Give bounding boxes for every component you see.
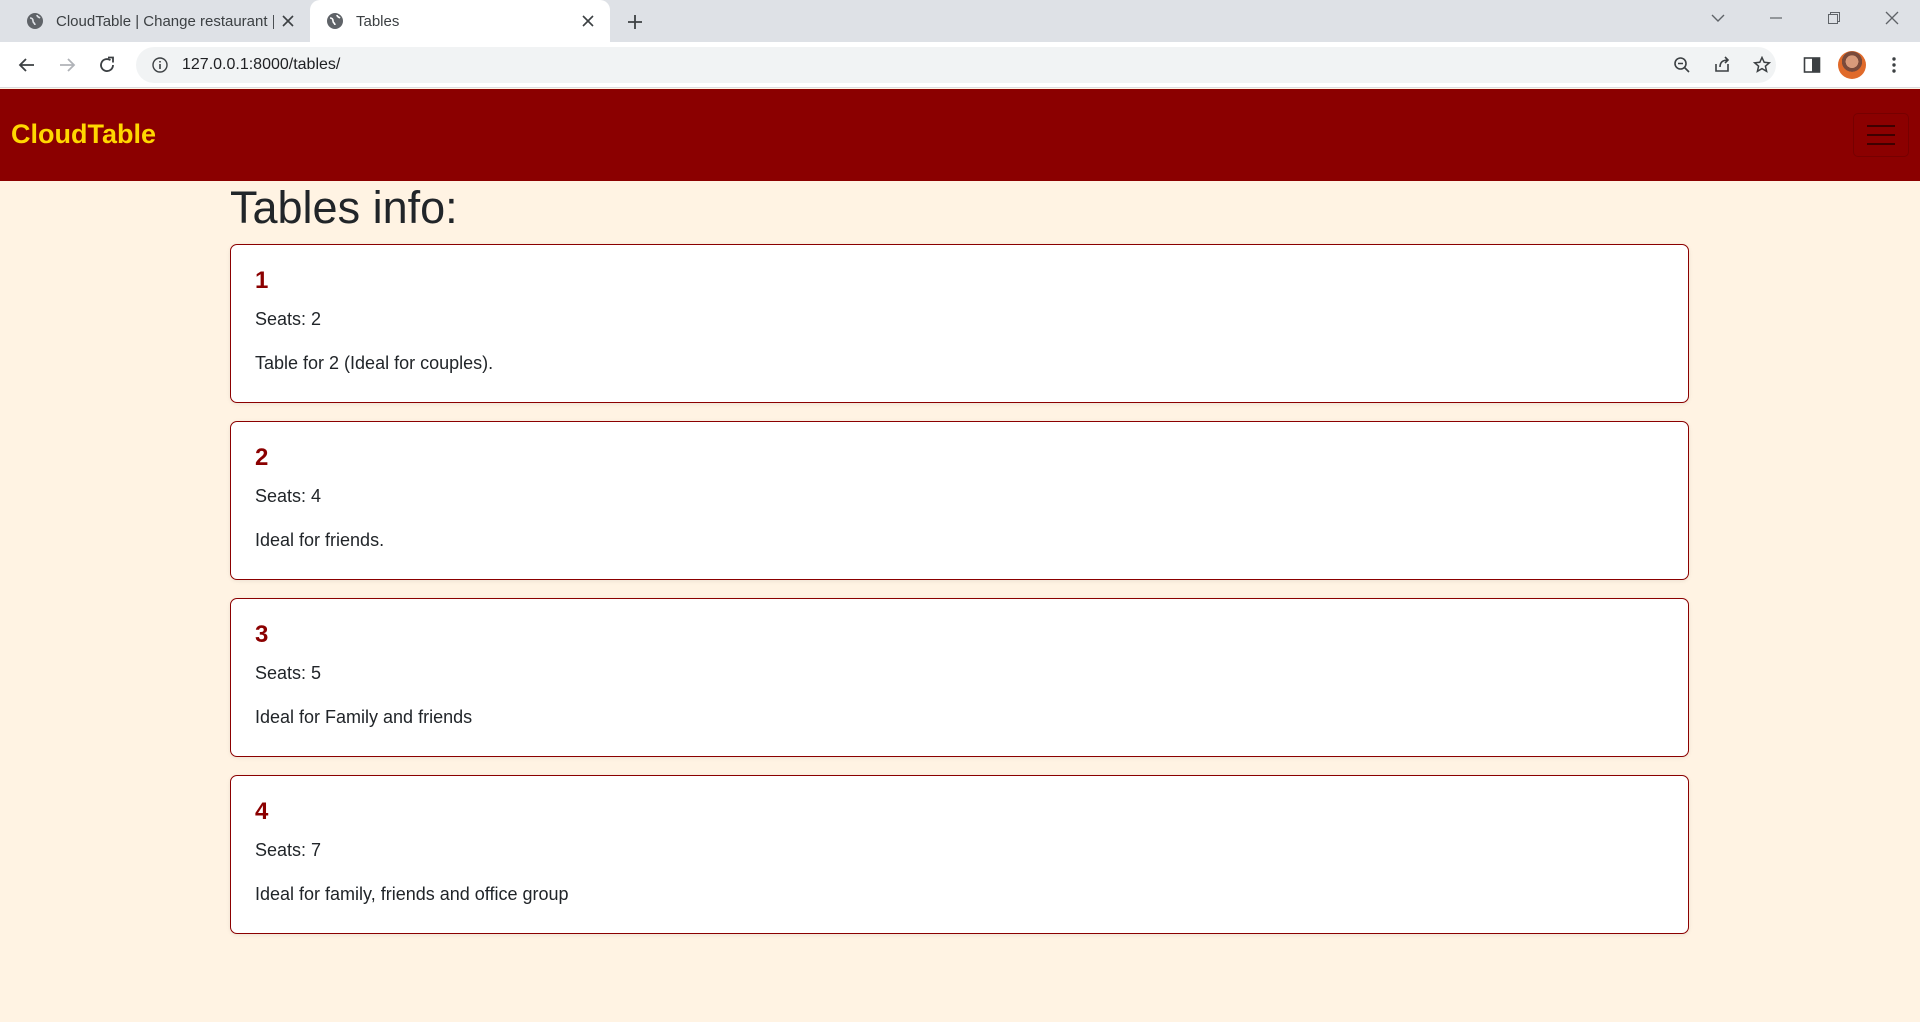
zoom-out-icon [1674, 57, 1690, 73]
tab-title: CloudTable | Change restaurant | [56, 12, 274, 30]
table-seats: Seats: 7 [255, 840, 322, 860]
table-number: 2 [255, 444, 269, 471]
globe-icon [26, 12, 44, 30]
table-number: 4 [255, 798, 269, 825]
arrow-left-icon [18, 58, 34, 72]
plus-icon [628, 15, 642, 29]
table-card: 2 Seats: 4 Ideal for friends. [230, 421, 1689, 580]
info-icon[interactable] [150, 55, 170, 75]
table-seats: Seats: 2 [255, 309, 322, 329]
browser-tab-strip: CloudTable | Change restaurant | Tables [0, 0, 1920, 42]
hamburger-icon [1867, 125, 1895, 127]
bookmark-button[interactable] [1746, 49, 1778, 81]
minimize-icon [1770, 17, 1782, 19]
close-icon[interactable] [574, 7, 602, 35]
table-description: Table for 2 (Ideal for couples). [255, 353, 494, 373]
reload-icon [100, 56, 114, 72]
table-seats: Seats: 5 [255, 663, 322, 683]
table-number: 3 [255, 621, 269, 648]
tables-list: 1 Seats: 2 Table for 2 (Ideal for couple… [230, 244, 1689, 952]
table-card: 3 Seats: 5 Ideal for Family and friends [230, 598, 1689, 757]
more-vert-icon [1892, 57, 1896, 73]
table-number: 1 [255, 267, 269, 294]
minimize-button[interactable] [1748, 0, 1804, 36]
star-icon [1753, 56, 1771, 73]
side-panel-icon [1803, 57, 1821, 73]
reload-button[interactable] [91, 49, 123, 81]
close-window-button[interactable] [1864, 0, 1920, 36]
brand-link[interactable]: CloudTable [11, 119, 156, 150]
menu-button[interactable] [1878, 49, 1910, 81]
new-tab-button[interactable] [620, 7, 650, 37]
table-card: 4 Seats: 7 Ideal for family, friends and… [230, 775, 1689, 934]
address-bar[interactable]: 127.0.0.1:8000/tables/ [136, 47, 1776, 83]
restore-button[interactable] [1806, 0, 1862, 36]
table-description: Ideal for friends. [255, 530, 385, 550]
share-icon [1715, 56, 1730, 72]
share-button[interactable] [1706, 49, 1738, 81]
table-card: 1 Seats: 2 Table for 2 (Ideal for couple… [230, 244, 1689, 403]
arrow-right-icon [60, 58, 76, 72]
side-panel-button[interactable] [1796, 49, 1828, 81]
table-description: Ideal for family, friends and office gro… [255, 884, 569, 904]
browser-tab-change-restaurant[interactable]: CloudTable | Change restaurant | [10, 0, 310, 42]
forward-button[interactable] [51, 49, 83, 81]
navbar-toggler-button[interactable] [1853, 113, 1909, 157]
restore-icon [1828, 12, 1840, 24]
globe-icon [326, 12, 344, 30]
close-icon[interactable] [274, 7, 302, 35]
profile-avatar[interactable] [1838, 51, 1866, 79]
url-text: 127.0.0.1:8000/tables/ [182, 56, 341, 73]
tab-title: Tables [356, 12, 400, 30]
table-description: Ideal for Family and friends [255, 707, 473, 727]
chevron-down-icon [1711, 14, 1725, 22]
close-icon [1885, 11, 1899, 25]
table-seats: Seats: 4 [255, 486, 322, 506]
back-button[interactable] [11, 49, 43, 81]
browser-tab-tables[interactable]: Tables [310, 0, 610, 42]
site-navbar: CloudTable [0, 89, 1920, 181]
tab-search-button[interactable] [1690, 0, 1746, 36]
page-title: Tables info: [230, 182, 458, 233]
browser-toolbar: 127.0.0.1:8000/tables/ [0, 42, 1920, 88]
zoom-button[interactable] [1666, 49, 1698, 81]
